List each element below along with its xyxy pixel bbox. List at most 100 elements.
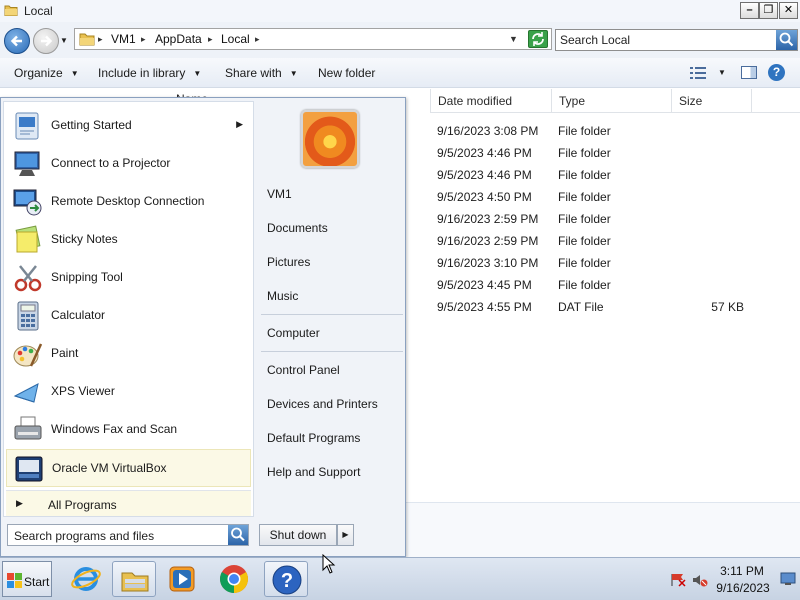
- place-pictures[interactable]: Pictures: [267, 255, 310, 269]
- column-header-size[interactable]: Size: [671, 89, 751, 113]
- all-programs-button[interactable]: ▶ All Programs: [6, 490, 251, 516]
- projector-icon: [12, 148, 44, 180]
- action-center-icon[interactable]: [670, 573, 686, 590]
- breadcrumb-local[interactable]: Local: [221, 32, 250, 46]
- chevron-down-icon[interactable]: ▼: [718, 68, 726, 77]
- user-avatar[interactable]: [301, 110, 359, 168]
- date-modified: 9/5/2023 4:45 PM: [437, 278, 532, 292]
- table-row[interactable]: 9/5/2023 4:55 PM DAT File 57 KB: [430, 295, 800, 317]
- file-type: File folder: [558, 212, 611, 226]
- organize-menu[interactable]: Organize ▼: [14, 66, 79, 80]
- table-row[interactable]: 9/5/2023 4:46 PM File folder: [430, 141, 800, 163]
- start-menu: Getting Started ▶ Connect to a Projector…: [0, 97, 406, 557]
- date-modified: 9/5/2023 4:46 PM: [437, 146, 532, 160]
- maximize-button[interactable]: ❐: [759, 2, 778, 19]
- date-modified: 9/16/2023 2:59 PM: [437, 234, 539, 248]
- program-sticky-notes[interactable]: Sticky Notes: [6, 221, 251, 259]
- file-type: File folder: [558, 190, 611, 204]
- organize-label: Organize: [14, 66, 63, 80]
- search-icon[interactable]: [228, 525, 248, 545]
- shutdown-button[interactable]: Shut down: [259, 524, 337, 546]
- start-search-input[interactable]: [14, 528, 224, 543]
- file-type: File folder: [558, 256, 611, 270]
- clock-time[interactable]: 3:11 PM: [712, 564, 772, 578]
- share-label: Share with: [225, 66, 282, 80]
- windows-logo-icon: [7, 573, 23, 591]
- table-row[interactable]: 9/5/2023 4:50 PM File folder: [430, 185, 800, 207]
- table-row[interactable]: 9/16/2023 3:08 PM File folder: [430, 119, 800, 141]
- share-with-menu[interactable]: Share with ▼: [225, 66, 298, 80]
- table-row[interactable]: 9/5/2023 4:46 PM File folder: [430, 163, 800, 185]
- program-fax-scan[interactable]: Windows Fax and Scan: [6, 411, 251, 449]
- command-bar: Organize ▼ Include in library ▼ Share with…: [0, 58, 800, 88]
- column-header-date[interactable]: Date modified: [430, 89, 551, 113]
- address-bar[interactable]: ▸ VM1 ▸ AppData ▸ Local ▸ ▼: [74, 28, 552, 50]
- close-button[interactable]: ✕: [779, 2, 798, 19]
- help-icon[interactable]: ?: [768, 64, 785, 81]
- column-headers: Date modified Type Size: [430, 89, 800, 113]
- table-row[interactable]: 9/16/2023 2:59 PM File folder: [430, 229, 800, 251]
- search-box[interactable]: [555, 29, 798, 51]
- start-search-box[interactable]: [7, 524, 249, 546]
- window-title: Local: [24, 4, 53, 18]
- minimize-button[interactable]: –: [740, 2, 759, 19]
- file-explorer-icon[interactable]: [112, 561, 156, 597]
- program-snipping-tool[interactable]: Snipping Tool: [6, 259, 251, 297]
- program-paint[interactable]: Paint: [6, 335, 251, 373]
- help-icon[interactable]: ?: [264, 561, 308, 597]
- program-calculator[interactable]: Calculator: [6, 297, 251, 335]
- program-list: Getting Started ▶ Connect to a Projector…: [3, 101, 254, 517]
- preview-pane-icon[interactable]: [741, 66, 757, 79]
- breadcrumb-appdata[interactable]: AppData: [155, 32, 202, 46]
- chevron-right-icon[interactable]: ▸: [208, 34, 213, 45]
- program-remote-desktop[interactable]: Remote Desktop Connection: [6, 183, 251, 221]
- program-label: Getting Started: [51, 118, 132, 132]
- place-computer[interactable]: Computer: [267, 326, 320, 340]
- file-type: File folder: [558, 278, 611, 292]
- include-in-library-menu[interactable]: Include in library ▼: [98, 66, 201, 80]
- search-icon[interactable]: [776, 30, 797, 50]
- back-button[interactable]: [4, 28, 30, 54]
- table-row[interactable]: 9/16/2023 3:10 PM File folder: [430, 251, 800, 273]
- volume-muted-icon[interactable]: [692, 572, 708, 591]
- breadcrumb-vm1[interactable]: VM1: [111, 32, 136, 46]
- place-documents[interactable]: Documents: [267, 221, 328, 235]
- internet-explorer-icon[interactable]: [64, 561, 108, 597]
- clock-date[interactable]: 9/16/2023: [712, 581, 774, 595]
- chevron-right-icon[interactable]: ▸: [141, 34, 146, 45]
- date-modified: 9/5/2023 4:46 PM: [437, 168, 532, 182]
- chrome-icon[interactable]: [212, 561, 256, 597]
- program-virtualbox[interactable]: Oracle VM VirtualBox: [6, 449, 251, 487]
- place-control-panel[interactable]: Control Panel: [267, 363, 340, 377]
- program-getting-started[interactable]: Getting Started ▶: [6, 107, 251, 145]
- place-user-folder[interactable]: VM1: [267, 187, 292, 201]
- table-row[interactable]: 9/16/2023 2:59 PM File folder: [430, 207, 800, 229]
- show-desktop-icon[interactable]: [780, 572, 796, 589]
- program-xps-viewer[interactable]: XPS Viewer: [6, 373, 251, 411]
- place-devices-printers[interactable]: Devices and Printers: [267, 397, 378, 411]
- place-music[interactable]: Music: [267, 289, 298, 303]
- file-type: File folder: [558, 146, 611, 160]
- program-connect-projector[interactable]: Connect to a Projector: [6, 145, 251, 183]
- chevron-right-icon[interactable]: ▸: [255, 34, 260, 45]
- search-input[interactable]: [560, 32, 772, 48]
- program-label: Sticky Notes: [51, 232, 118, 246]
- new-folder-button[interactable]: New folder: [318, 66, 375, 80]
- virtualbox-icon: [13, 453, 45, 485]
- column-header-type[interactable]: Type: [551, 89, 671, 113]
- shutdown-options-arrow[interactable]: ▶: [337, 524, 354, 546]
- recent-pages-dropdown[interactable]: ▼: [60, 36, 68, 45]
- place-default-programs[interactable]: Default Programs: [267, 431, 360, 445]
- chevron-right-icon[interactable]: ▸: [98, 34, 103, 45]
- table-row[interactable]: 9/5/2023 4:45 PM File folder: [430, 273, 800, 295]
- divider: [261, 314, 403, 315]
- chevron-down-icon[interactable]: ▼: [509, 34, 518, 44]
- media-player-icon[interactable]: [160, 561, 204, 597]
- place-help-support[interactable]: Help and Support: [267, 465, 360, 479]
- forward-button[interactable]: [33, 28, 59, 54]
- snipping-tool-icon: [12, 262, 44, 294]
- change-view-icon[interactable]: [690, 67, 706, 82]
- column-header-extra[interactable]: [751, 89, 800, 113]
- start-button[interactable]: Start: [2, 561, 52, 597]
- refresh-button[interactable]: [528, 30, 548, 48]
